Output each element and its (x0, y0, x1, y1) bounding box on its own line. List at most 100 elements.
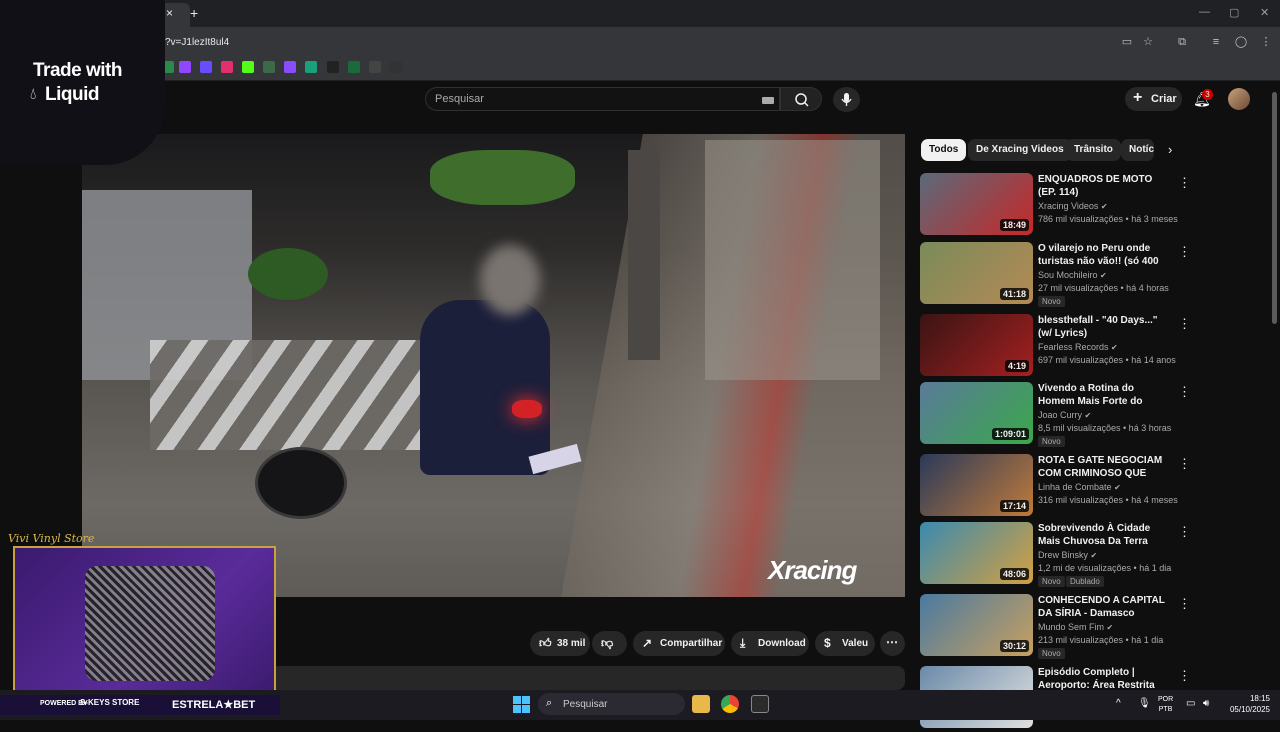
chip-noticias[interactable]: Notíci (1121, 139, 1154, 161)
extensions-icon[interactable]: ⧉ (1175, 36, 1189, 48)
more-options-icon[interactable]: ⋮ (1178, 524, 1191, 540)
taskbar-search-input[interactable]: ⌕ Pesquisar (538, 693, 685, 715)
video-thumbnail[interactable]: 4:19 (920, 314, 1033, 376)
chip-channel[interactable]: De Xracing Videos (968, 139, 1072, 161)
keyboard-icon[interactable] (762, 97, 774, 104)
video-title[interactable]: Episódio Completo | Aeroporto: Área Rest… (1038, 666, 1170, 693)
duration-badge: 30:12 (999, 640, 1029, 652)
video-thumbnail[interactable]: 18:49 (920, 173, 1033, 235)
more-options-icon[interactable]: ⋮ (1178, 456, 1191, 472)
recommendation-item[interactable]: 18:49 ENQUADROS DE MOTO (EP. 114) Xracing … (920, 173, 1191, 239)
close-tab-button[interactable]: × (166, 6, 173, 20)
webcam-chair (85, 566, 215, 681)
url-field[interactable]: ?v=J1lezIt8ul4 (165, 37, 229, 48)
video-thumbnail[interactable]: 48:06 (920, 522, 1033, 584)
notification-count-badge: 3 (1202, 89, 1213, 100)
language-indicator[interactable]: POR PTB (1158, 695, 1173, 715)
recommendation-item[interactable]: 17:14 ROTA E GATE NEGOCIAM COM CRIMINOSO … (920, 454, 1191, 520)
chevron-right-icon[interactable]: › (1168, 142, 1172, 157)
more-options-icon[interactable]: ⋮ (1178, 668, 1191, 684)
voice-search-button[interactable] (833, 87, 860, 112)
kick-icon[interactable] (242, 61, 254, 73)
terminal-icon[interactable] (751, 695, 769, 713)
video-title[interactable]: CONHECENDO A CAPITAL DA SÍRIA - Damasco (1038, 594, 1170, 620)
minimize-icon[interactable]: — (1199, 6, 1210, 18)
recommendation-item[interactable]: 48:06 Sobrevivendo À Cidade Mais Chuvosa … (920, 522, 1191, 588)
bookmark-star-icon[interactable]: ☆ (1141, 36, 1155, 48)
search-button[interactable] (780, 87, 822, 111)
channel-name[interactable]: Mundo Sem Fim ✔ (1038, 622, 1113, 632)
chip-todos[interactable]: Todos (921, 139, 967, 161)
clock-time: 18:15 (1249, 694, 1270, 703)
share-button[interactable]: ↗ Compartilhar (633, 631, 725, 656)
recommendation-item[interactable]: 4:19 blessthefall - "40 Days..." (w/ Lyri… (920, 314, 1191, 380)
channel-name[interactable]: Fearless Records ✔ (1038, 342, 1118, 352)
network-icon[interactable]: ▭ (1186, 698, 1195, 709)
channel-label: Linha de Combate (1038, 482, 1112, 492)
scrollbar[interactable] (1272, 92, 1277, 324)
droplet-icon: 💧︎ (30, 86, 37, 103)
lang-line2: PTB (1158, 706, 1173, 713)
bookmark-icon[interactable] (390, 61, 402, 73)
video-title[interactable]: Sobrevivendo À Cidade Mais Chuvosa Da Te… (1038, 522, 1170, 549)
download-button[interactable]: ⤓ Download (731, 631, 809, 656)
channel-name[interactable]: Drew Binsky ✔ (1038, 550, 1097, 560)
video-title[interactable]: ROTA E GATE NEGOCIAM COM CRIMINOSO QUE M… (1038, 454, 1170, 481)
recommendation-item[interactable]: 1:09:01 Vivendo a Rotina do Homem Mais Fo… (920, 382, 1191, 448)
reading-list-icon[interactable]: ≡ (1209, 36, 1223, 48)
channel-name[interactable]: Linha de Combate ✔ (1038, 482, 1121, 492)
bookmark-icon[interactable] (327, 61, 339, 73)
windows-start-icon[interactable] (513, 696, 530, 713)
video-thumbnail[interactable]: 41:18 (920, 242, 1033, 304)
video-title[interactable]: O vilarejo no Peru onde turistas não vão… (1038, 242, 1170, 269)
more-options-icon[interactable]: ⋮ (1178, 316, 1191, 332)
menu-kebab-icon[interactable]: ⋮ (1259, 36, 1273, 48)
close-window-icon[interactable]: ✕ (1260, 6, 1269, 19)
twitch-icon[interactable] (179, 61, 191, 73)
thumbs-down-icon: 👎︎ (601, 636, 614, 650)
recommendation-item[interactable]: 30:12 CONHECENDO A CAPITAL DA SÍRIA - Dam… (920, 594, 1191, 660)
file-explorer-icon[interactable] (692, 695, 710, 713)
chip-transito[interactable]: Trânsito (1066, 139, 1121, 161)
thanks-button[interactable]: $ Valeu (815, 631, 875, 656)
cast-icon[interactable]: ▭ (1120, 36, 1134, 48)
microphone-tray-icon[interactable]: 🎙︎ (1138, 698, 1151, 709)
channel-name[interactable]: Sou Mochileiro ✔ (1038, 270, 1107, 280)
search-input[interactable]: Pesquisar (425, 87, 780, 111)
video-meta: 786 mil visualizações • há 3 meses (1038, 214, 1178, 224)
more-options-icon[interactable]: ⋮ (1178, 175, 1191, 191)
recommendation-item[interactable]: 41:18 O vilarejo no Peru onde turistas nã… (920, 242, 1191, 308)
more-options-icon[interactable]: ⋮ (1178, 596, 1191, 612)
video-title[interactable]: blessthefall - "40 Days..." (w/ Lyrics) (1038, 314, 1170, 340)
bookmark-icon[interactable] (369, 61, 381, 73)
instagram-icon[interactable] (221, 61, 233, 73)
tray-chevron-icon[interactable]: ^ (1116, 698, 1121, 709)
bookmark-icon[interactable] (284, 61, 296, 73)
more-options-icon[interactable]: ⋮ (1178, 384, 1191, 400)
more-options-icon[interactable]: ⋮ (1178, 244, 1191, 260)
volume-icon[interactable]: 🔊︎ (1203, 698, 1209, 709)
video-thumbnail[interactable]: 30:12 (920, 594, 1033, 656)
more-actions-button[interactable]: ⋯ (880, 631, 905, 656)
chrome-icon[interactable] (721, 695, 739, 713)
bookmark-icon[interactable] (348, 61, 360, 73)
bookmark-icon[interactable] (200, 61, 212, 73)
new-tab-button[interactable]: + (190, 5, 198, 21)
new-badge: Novo (1038, 296, 1065, 307)
video-title[interactable]: Vivendo a Rotina do Homem Mais Forte do … (1038, 382, 1170, 409)
video-title[interactable]: ENQUADROS DE MOTO (EP. 114) (1038, 173, 1170, 199)
video-thumbnail[interactable]: 17:14 (920, 454, 1033, 516)
profile-icon[interactable]: ◯ (1234, 36, 1248, 48)
channel-name[interactable]: Joao Curry ✔ (1038, 410, 1091, 420)
video-thumbnail[interactable]: 1:09:01 (920, 382, 1033, 444)
channel-label: Fearless Records (1038, 342, 1109, 352)
maximize-icon[interactable]: ▢ (1229, 6, 1239, 19)
dislike-button[interactable]: 👎︎ (592, 631, 627, 656)
avatar[interactable] (1228, 88, 1250, 110)
like-button[interactable]: 👍︎ 38 mil (530, 631, 590, 656)
create-button[interactable]: + Criar (1125, 87, 1182, 111)
system-clock[interactable]: 18:15 05/10/2025 (1222, 693, 1270, 715)
bookmark-icon[interactable] (263, 61, 275, 73)
channel-name[interactable]: Xracing Videos ✔ (1038, 201, 1108, 211)
bookmark-icon[interactable] (305, 61, 317, 73)
